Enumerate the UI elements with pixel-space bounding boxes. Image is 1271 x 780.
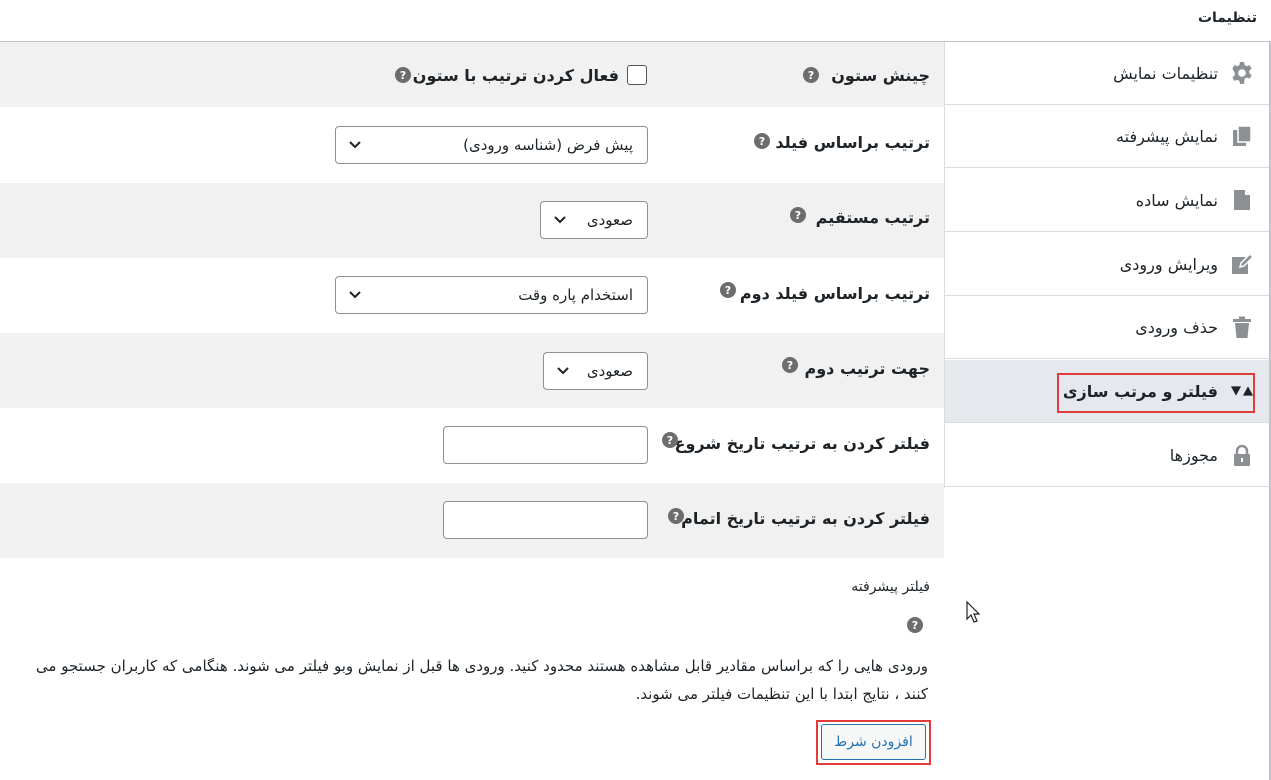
sidebar-item-label: تنظیمات نمایش	[1113, 63, 1218, 83]
second-sort-direction-label: جهت ترتیب دوم	[804, 359, 931, 378]
second-sort-field-select[interactable]: استخدام پاره وقت	[335, 276, 648, 314]
enable-column-sort-checkbox[interactable]	[627, 65, 647, 85]
second-sort-field-value: استخدام پاره وقت	[518, 286, 633, 304]
sidebar-item-advanced-view[interactable]: نمایش پیشرفته	[945, 105, 1270, 168]
sort-direction-label: ترتیب مستقیم	[815, 208, 930, 227]
sort-field-select[interactable]: پیش فرض (شناسه ورودی)	[335, 126, 648, 164]
row-sort-field: ترتیب براساس فیلد ? پیش فرض (شناسه ورودی…	[0, 107, 944, 183]
second-sort-direction-select[interactable]: صعودی	[543, 352, 648, 390]
sidebar-item-label: مجوزها	[1169, 445, 1218, 465]
row-second-sort-direction: جهت ترتیب دوم ? صعودی	[0, 333, 944, 408]
sort-direction-help-icon[interactable]: ?	[790, 207, 806, 223]
advanced-filter-description: ورودی هایی را که براساس مقادیر قابل مشاه…	[35, 657, 928, 703]
settings-panel: چینش ستون ? فعال کردن ترتیب با ستون ? تر…	[0, 42, 944, 780]
sort-field-value: پیش فرض (شناسه ورودی)	[463, 136, 633, 154]
second-sort-field-help-icon[interactable]: ?	[720, 282, 736, 298]
advanced-filter-title: فیلتر پیشرفته	[851, 579, 930, 595]
second-sort-direction-help-icon[interactable]: ?	[782, 357, 798, 373]
row-second-sort-field: ترتیب براساس فیلد دوم ? استخدام پاره وقت	[0, 258, 944, 333]
sidebar-item-label: نمایش پیشرفته	[1116, 126, 1218, 146]
gear-icon	[1230, 61, 1254, 85]
second-sort-field-label: ترتیب براساس فیلد دوم	[739, 284, 930, 303]
row-sort-direction: ترتیب مستقیم ? صعودی	[0, 183, 944, 258]
sidebar-item-simple-view[interactable]: نمایش ساده	[945, 169, 1270, 232]
sidebar-item-delete-entry[interactable]: حذف ورودی	[945, 296, 1270, 359]
second-sort-direction-value: صعودی	[586, 362, 633, 380]
column-sort-help-icon[interactable]: ?	[803, 67, 819, 83]
enable-column-sort-help-icon[interactable]: ?	[395, 67, 411, 83]
sidebar-item-permissions[interactable]: مجوزها	[945, 424, 1270, 487]
chevron-down-icon	[349, 291, 361, 299]
filter-end-date-input[interactable]	[443, 501, 648, 539]
sort-field-label: ترتیب براساس فیلد	[775, 133, 930, 152]
row-filter-start-date: فیلتر کردن به ترتیب تاریخ شروع ?	[0, 408, 944, 483]
sidebar-item-label: ویرایش ورودی	[1119, 254, 1218, 274]
window-header: تنظیمات	[0, 0, 1271, 42]
highlight-box	[816, 720, 931, 765]
sort-direction-value: صعودی	[586, 211, 633, 229]
enable-column-sort-label[interactable]: فعال کردن ترتیب با ستون	[413, 66, 619, 85]
row-filter-end-date: فیلتر کردن به ترتیب تاریخ اتمام ?	[0, 483, 944, 558]
sidebar-item-edit-entry[interactable]: ویرایش ورودی	[945, 233, 1270, 296]
trash-icon	[1230, 315, 1254, 339]
advanced-filter-help-icon[interactable]: ?	[907, 617, 923, 633]
sidebar-item-display-settings[interactable]: تنظیمات نمایش	[945, 42, 1270, 105]
sidebar-item-label: حذف ورودی	[1135, 317, 1218, 337]
filter-start-date-label: فیلتر کردن به ترتیب تاریخ شروع	[674, 434, 930, 453]
page-icon	[1230, 188, 1254, 212]
sort-field-help-icon[interactable]: ?	[754, 133, 770, 149]
column-sort-label: چینش ستون	[831, 66, 930, 85]
chevron-down-icon	[557, 367, 569, 375]
window-title: تنظیمات	[1197, 10, 1257, 26]
chevron-down-icon	[554, 216, 566, 224]
filter-end-date-label: فیلتر کردن به ترتیب تاریخ اتمام	[681, 509, 930, 528]
sidebar: تنظیمات نمایش نمایش پیشرفته نمایش ساده و…	[944, 42, 1270, 488]
lock-icon	[1230, 443, 1254, 467]
filter-end-date-help-icon[interactable]: ?	[668, 508, 684, 524]
chevron-down-icon	[349, 141, 361, 149]
sort-direction-select[interactable]: صعودی	[540, 201, 648, 239]
copy-pages-icon	[1230, 124, 1254, 148]
mouse-cursor-icon	[966, 601, 980, 623]
sidebar-item-label: نمایش ساده	[1135, 190, 1218, 210]
filter-start-date-input[interactable]	[443, 426, 648, 464]
edit-icon	[1230, 252, 1254, 276]
highlight-box	[1057, 373, 1255, 413]
row-column-sort: چینش ستون ? فعال کردن ترتیب با ستون ?	[0, 42, 944, 107]
filter-start-date-help-icon[interactable]: ?	[662, 432, 678, 448]
